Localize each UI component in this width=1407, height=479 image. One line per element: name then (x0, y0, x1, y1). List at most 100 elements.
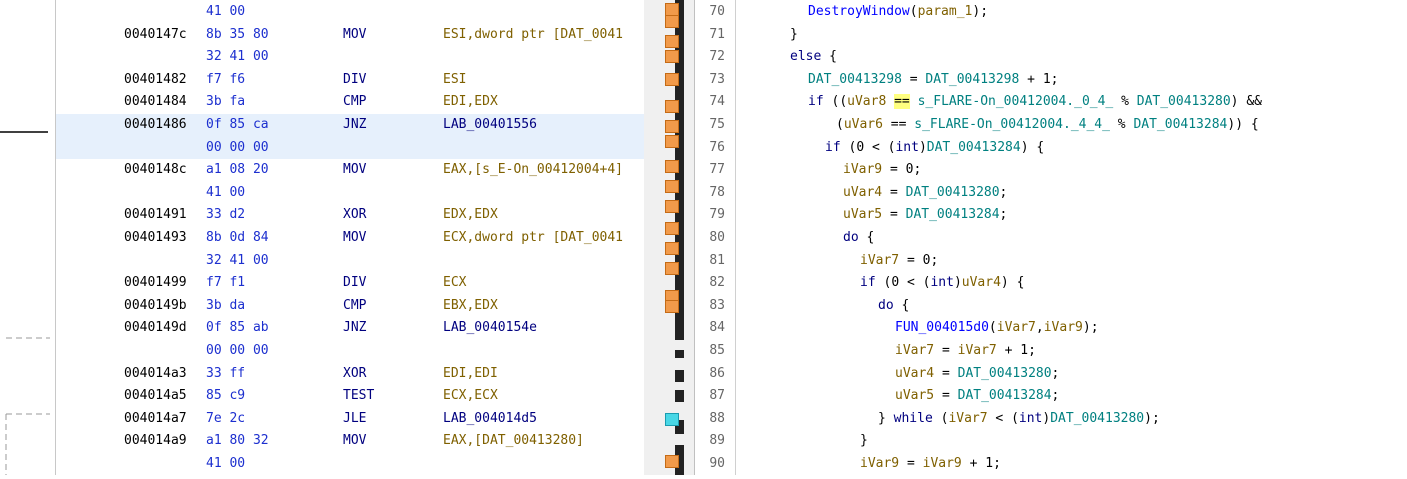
decompiler-line[interactable]: 71} (695, 24, 1407, 47)
code-text: uVar4 = DAT_00413280; (843, 184, 1008, 200)
listing-row[interactable]: 00401482 f7 f6 DIV ESI (56, 69, 644, 92)
decompiler-line[interactable]: 78 uVar4 = DAT_00413280; (695, 182, 1407, 205)
overview-marker[interactable] (665, 35, 679, 48)
listing-row[interactable]: 00 00 00 (56, 340, 644, 363)
listing-row[interactable]: 41 00 (56, 182, 644, 205)
decompiler-line[interactable]: 74 if ((uVar8 == s_FLARE-On_00412004._0_4… (695, 91, 1407, 114)
listing-row[interactable]: 41 00 (56, 1, 644, 24)
decompiler-line[interactable]: 85 iVar7 = iVar7 + 1; (695, 340, 1407, 363)
listing-operands: ECX (443, 275, 467, 291)
listing-operands: ECX,ECX (443, 388, 498, 404)
listing-row[interactable]: 00401486 0f 85 ca JNZ LAB_00401556 (56, 114, 644, 137)
decompiler-line[interactable]: 82 if (0 < (int)uVar4) { (695, 272, 1407, 295)
decompiler-line[interactable]: 73 DAT_00413298 = DAT_00413298 + 1; (695, 69, 1407, 92)
listing-row[interactable]: 0040149d 0f 85 ab JNZ LAB_0040154e (56, 317, 644, 340)
disassembly-listing[interactable]: 41 00 0040147c 8b 35 80 MOV ESI,dword ptr [D… (56, 0, 644, 475)
overview-cursor-marker[interactable] (665, 413, 679, 426)
listing-row[interactable]: 004014a9 a1 80 32 MOV EAX,[DAT_00413280] (56, 430, 644, 453)
decompiler-panel[interactable]: 70 DestroyWindow(param_1); 71} 72 else { 73 DA… (695, 0, 1407, 475)
decompiler-line[interactable]: 89} (695, 430, 1407, 453)
listing-address: 004014a9 (124, 433, 187, 449)
listing-row[interactable]: 0040148c a1 08 20 MOV EAX,[s_E-On_00412004+… (56, 159, 644, 182)
listing-operands: EAX,[DAT_00413280] (443, 433, 584, 449)
listing-row[interactable]: 32 41 00 (56, 46, 644, 69)
listing-operands: LAB_004014d5 (443, 410, 537, 426)
overview-marker[interactable] (665, 73, 679, 86)
code-text: (uVar6 == s_FLARE-On_00412004._4_4_ % DA… (836, 117, 1259, 132)
listing-bytes: 3b fa (206, 94, 246, 110)
decompiler-line[interactable]: 87 uVar5 = DAT_00413284; (695, 385, 1407, 408)
overview-marker[interactable] (665, 300, 679, 313)
overview-marker[interactable] (665, 100, 679, 113)
listing-mnemonic: MOV (343, 433, 367, 449)
line-number: 83 (709, 297, 725, 313)
overview-marker[interactable] (665, 222, 679, 235)
listing-bytes: f7 f6 (206, 71, 246, 87)
code-text: } (860, 433, 868, 449)
function-graph-gutter (0, 0, 56, 475)
listing-row[interactable]: 004014a7 7e 2c JLE LAB_004014d5 (56, 408, 644, 431)
listing-bytes: 33 ff (206, 365, 246, 381)
listing-row[interactable]: 0040149b 3b da CMP EBX,EDX (56, 295, 644, 318)
decompiler-line[interactable]: 80 do { (695, 227, 1407, 250)
listing-mnemonic: TEST (343, 388, 375, 404)
listing-address: 00401499 (124, 275, 187, 291)
listing-row[interactable]: 41 00 (56, 453, 644, 475)
code-text: DestroyWindow(param_1); (808, 4, 989, 19)
listing-row[interactable]: 00401499 f7 f1 DIV ECX (56, 272, 644, 295)
decompiler-line[interactable]: 72 else { (695, 46, 1407, 69)
listing-overview-bar[interactable] (644, 0, 695, 475)
overview-marker[interactable] (665, 160, 679, 173)
decompiler-line[interactable]: 76 if (0 < (int)DAT_00413284) { (695, 137, 1407, 160)
listing-row[interactable]: 004014a3 33 ff XOR EDI,EDI (56, 363, 644, 386)
overview-marker[interactable] (665, 242, 679, 255)
decompiler-line[interactable]: 70 DestroyWindow(param_1); (695, 1, 1407, 24)
listing-bytes: 3b da (206, 297, 246, 313)
overview-marker[interactable] (665, 50, 679, 63)
decompiler-line[interactable]: 90 iVar9 = iVar9 + 1; (695, 453, 1407, 476)
decompiler-line[interactable]: 83 do { (695, 295, 1407, 318)
line-number: 80 (709, 230, 725, 245)
listing-row[interactable]: 32 41 00 (56, 250, 644, 273)
overview-marker[interactable] (665, 120, 679, 133)
decompiler-line[interactable]: 86 uVar4 = DAT_00413280; (695, 363, 1407, 386)
listing-address: 0040148c (124, 162, 187, 178)
overview-marker[interactable] (665, 180, 679, 193)
code-text: DAT_00413298 = DAT_00413298 + 1; (808, 71, 1059, 87)
decompiler-line[interactable]: 84 FUN_004015d0(iVar7,iVar9); (695, 317, 1407, 340)
line-number: 82 (709, 275, 725, 291)
overview-marker[interactable] (665, 200, 679, 213)
listing-row[interactable]: 00401491 33 d2 XOR EDX,EDX (56, 204, 644, 227)
listing-address: 0040149d (124, 320, 187, 336)
listing-row[interactable]: 00401493 8b 0d 84 MOV ECX,dword ptr [DAT_00… (56, 227, 644, 250)
listing-mnemonic: DIV (343, 275, 367, 291)
code-text: if (0 < (int)uVar4) { (860, 275, 1025, 291)
decompiler-line[interactable]: 75 (uVar6 == s_FLARE-On_00412004._4_4_ % … (695, 114, 1407, 137)
decompiler-line[interactable]: 77 iVar9 = 0; (695, 159, 1407, 182)
line-number: 73 (709, 71, 725, 87)
line-number: 85 (709, 343, 725, 358)
listing-operands: EAX,[s_E-On_00412004+4] (443, 162, 624, 178)
listing-operands: EDX,EDX (443, 207, 498, 223)
decompiler-line[interactable]: 81 iVar7 = 0; (695, 250, 1407, 273)
listing-row[interactable]: 004014a5 85 c9 TEST ECX,ECX (56, 385, 644, 408)
line-number: 74 (709, 94, 725, 110)
listing-row[interactable]: 00 00 00 (56, 136, 644, 160)
decompiler-line[interactable]: 79 uVar5 = DAT_00413284; (695, 204, 1407, 227)
listing-row[interactable]: 0040147c 8b 35 80 MOV ESI,dword ptr [DAT_00… (56, 24, 644, 47)
listing-row[interactable]: 00401484 3b fa CMP EDI,EDX (56, 91, 644, 114)
listing-mnemonic: MOV (343, 26, 367, 42)
listing-mnemonic: MOV (343, 162, 367, 178)
overview-marker[interactable] (665, 262, 679, 275)
overview-marker[interactable] (665, 15, 679, 28)
line-number: 88 (709, 410, 725, 426)
listing-address: 00401493 (124, 230, 187, 245)
decompiler-line[interactable]: 88} while (iVar7 < (int)DAT_00413280); (695, 408, 1407, 431)
overview-marker[interactable] (665, 455, 679, 468)
listing-address: 00401486 (124, 117, 187, 132)
line-number: 84 (709, 320, 725, 336)
overview-marker[interactable] (665, 135, 679, 148)
code-text: iVar9 = iVar9 + 1; (860, 456, 1001, 471)
listing-address: 00401482 (124, 71, 187, 87)
line-number: 86 (709, 365, 725, 381)
